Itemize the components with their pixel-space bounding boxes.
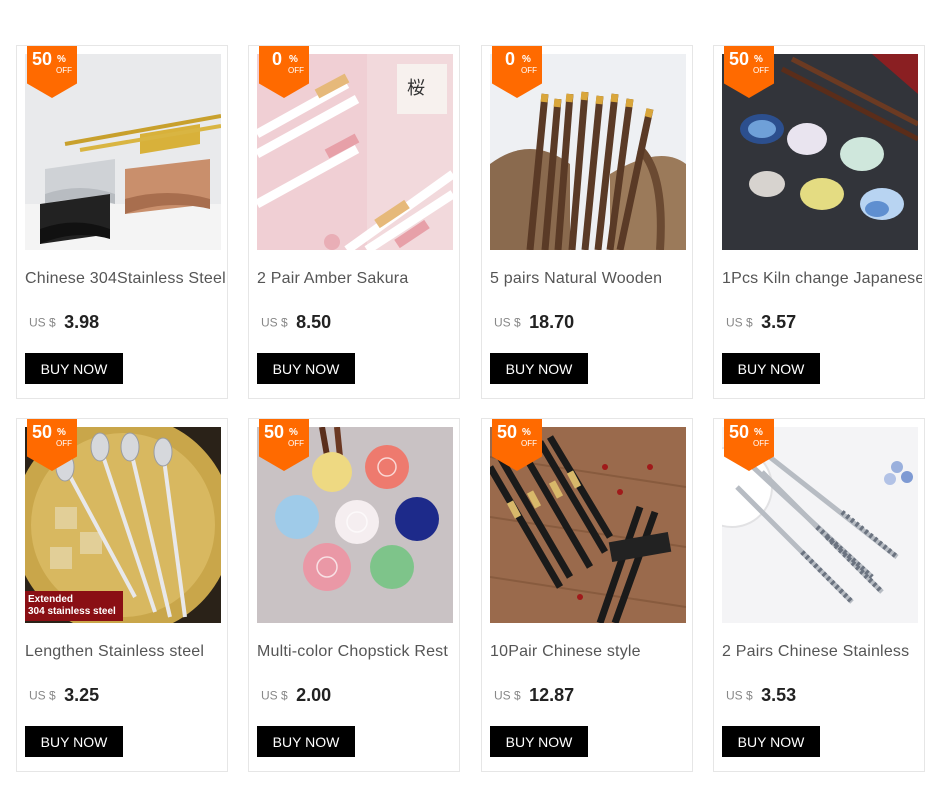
price-currency: US $: [261, 315, 288, 330]
discount-value: 50: [32, 49, 53, 69]
discount-percent: %: [522, 54, 531, 65]
price-value: 3.53: [761, 685, 797, 705]
product-title[interactable]: Multi-color Chopstick Rest: [257, 643, 457, 661]
product-card[interactable]: 50 % OFF 2 Pairs Chinese Stainless US $ …: [713, 418, 925, 772]
price-currency: US $: [29, 688, 56, 703]
discount-badge: 50 % OFF: [27, 46, 77, 98]
product-card[interactable]: 桜 0 % OFF 2 Pair Amber Sakura US $ 8.50: [248, 45, 460, 399]
price-value: 8.50: [296, 312, 332, 332]
discount-off-label: OFF: [56, 439, 72, 448]
price-currency: US $: [726, 315, 753, 330]
discount-badge: 50 % OFF: [259, 419, 309, 471]
discount-percent: %: [57, 54, 66, 65]
discount-value: 50: [729, 422, 750, 442]
buy-now-button[interactable]: BUY NOW: [257, 353, 355, 384]
overlay-line-1: Extended: [28, 594, 74, 605]
discount-value: 50: [32, 422, 53, 442]
buy-now-button[interactable]: BUY NOW: [722, 726, 820, 757]
price-value: 18.70: [529, 312, 575, 332]
product-title[interactable]: Lengthen Stainless steel: [25, 643, 225, 661]
discount-percent: %: [289, 54, 298, 65]
buy-now-button[interactable]: BUY NOW: [490, 353, 588, 384]
product-price: US $ 3.57: [726, 312, 796, 333]
discount-badge: 50 % OFF: [492, 419, 542, 471]
product-title[interactable]: Chinese 304Stainless Steel: [25, 270, 225, 288]
product-title[interactable]: 10Pair Chinese style: [490, 643, 690, 661]
product-title[interactable]: 2 Pair Amber Sakura: [257, 270, 457, 288]
discount-value: 0: [272, 49, 283, 69]
svg-text:桜: 桜: [407, 78, 425, 99]
discount-badge: 50 % OFF: [27, 419, 77, 471]
image-overlay-text: Extended 304 stainless steel: [28, 594, 116, 618]
product-price: US $ 2.00: [261, 685, 331, 706]
buy-now-button[interactable]: BUY NOW: [257, 726, 355, 757]
product-card[interactable]: 0 % OFF 5 pairs Natural Wooden US $ 18.7…: [481, 45, 693, 399]
product-title[interactable]: 5 pairs Natural Wooden: [490, 270, 690, 288]
discount-percent: %: [522, 427, 531, 438]
product-price: US $ 18.70: [494, 312, 574, 333]
discount-value: 50: [497, 422, 518, 442]
discount-off-label: OFF: [521, 439, 537, 448]
product-card[interactable]: 50 % OFF Multi-color Chopstick Rest US $…: [248, 418, 460, 772]
product-card[interactable]: 50 % OFF Chinese 304Stainless Steel US $…: [16, 45, 228, 399]
price-currency: US $: [494, 315, 521, 330]
price-currency: US $: [726, 688, 753, 703]
discount-percent: %: [754, 427, 763, 438]
buy-now-button[interactable]: BUY NOW: [25, 353, 123, 384]
product-card[interactable]: 50 % OFF 1Pcs Kiln change Japanese US $ …: [713, 45, 925, 399]
price-currency: US $: [261, 688, 288, 703]
discount-off-label: OFF: [753, 66, 769, 75]
discount-badge: 0 % OFF: [492, 46, 542, 98]
price-currency: US $: [494, 688, 521, 703]
discount-off-label: OFF: [288, 66, 304, 75]
buy-now-button[interactable]: BUY NOW: [722, 353, 820, 384]
price-currency: US $: [29, 315, 56, 330]
discount-off-label: OFF: [521, 66, 537, 75]
discount-badge: 50 % OFF: [724, 419, 774, 471]
discount-percent: %: [754, 54, 763, 65]
discount-off-label: OFF: [753, 439, 769, 448]
product-price: US $ 12.87: [494, 685, 574, 706]
price-value: 3.25: [64, 685, 100, 705]
product-title[interactable]: 2 Pairs Chinese Stainless: [722, 643, 922, 661]
product-price: US $ 8.50: [261, 312, 331, 333]
discount-off-label: OFF: [56, 66, 72, 75]
discount-off-label: OFF: [288, 439, 304, 448]
product-card[interactable]: 50 % OFF 10Pair Chinese style US $ 12.87…: [481, 418, 693, 772]
price-value: 12.87: [529, 685, 575, 705]
discount-value: 0: [505, 49, 516, 69]
discount-percent: %: [57, 427, 66, 438]
discount-value: 50: [729, 49, 750, 69]
discount-value: 50: [264, 422, 285, 442]
price-value: 3.98: [64, 312, 100, 332]
price-value: 3.57: [761, 312, 797, 332]
product-price: US $ 3.53: [726, 685, 796, 706]
discount-badge: 50 % OFF: [724, 46, 774, 98]
product-price: US $ 3.25: [29, 685, 99, 706]
price-value: 2.00: [296, 685, 332, 705]
product-title[interactable]: 1Pcs Kiln change Japanese: [722, 270, 922, 288]
discount-percent: %: [289, 427, 298, 438]
discount-badge: 0 % OFF: [259, 46, 309, 98]
product-price: US $ 3.98: [29, 312, 99, 333]
buy-now-button[interactable]: BUY NOW: [490, 726, 588, 757]
overlay-line-2: 304 stainless steel: [28, 606, 116, 617]
buy-now-button[interactable]: BUY NOW: [25, 726, 123, 757]
product-card[interactable]: Extended 304 stainless steel 50 % OFF Le…: [16, 418, 228, 772]
